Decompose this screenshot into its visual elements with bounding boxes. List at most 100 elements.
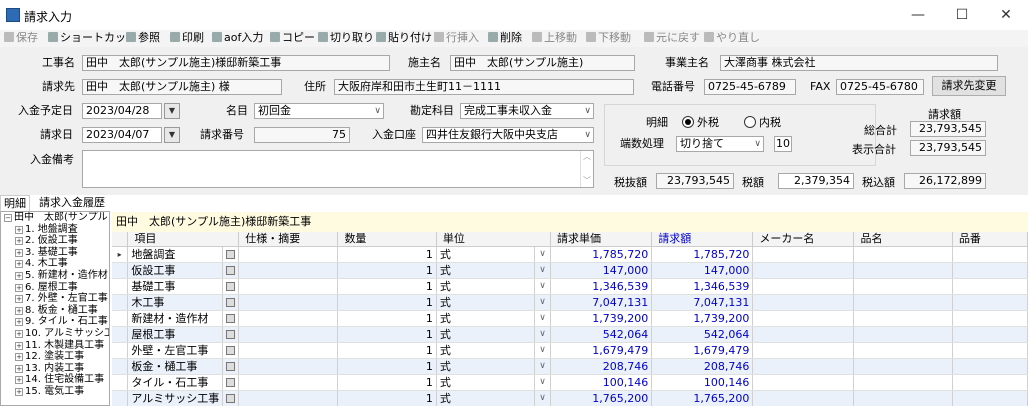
close-button[interactable]: ✕	[991, 4, 1021, 26]
toolbar-button-3[interactable]: 印刷	[170, 31, 204, 45]
tree-item[interactable]: +7. 外壁・左官工事	[1, 293, 109, 305]
expand-icon[interactable]: +	[15, 387, 23, 396]
cell-product[interactable]	[853, 358, 953, 375]
row-indicator[interactable]	[112, 278, 129, 295]
cell-partno[interactable]	[952, 342, 1028, 359]
cell-item[interactable]: 新建材・造作材	[127, 310, 224, 327]
table-row[interactable]: 新建材・造作材 1 式 ∨ 1,739,200 1,739,200	[112, 310, 1028, 327]
expand-icon[interactable]: +	[15, 376, 23, 385]
toolbar-button-6[interactable]: 切り取り	[318, 31, 374, 45]
tree-item[interactable]: +11. 木製建具工事	[1, 340, 109, 352]
cell-unit[interactable]: 式	[436, 326, 536, 343]
cell-product[interactable]	[853, 310, 953, 327]
cell-unit[interactable]: 式	[436, 374, 536, 391]
col-header-qty[interactable]: 数量	[337, 232, 437, 247]
col-header-unit[interactable]: 単位	[436, 232, 552, 247]
cell-memo-button[interactable]	[222, 278, 240, 295]
toolbar-button-11[interactable]: 下移動	[586, 31, 631, 45]
cell-amount[interactable]: 100,146	[651, 374, 754, 391]
expand-icon[interactable]: +	[15, 295, 23, 304]
cell-qty[interactable]: 1	[337, 374, 437, 391]
tel-field[interactable]: 0725-45-6789	[704, 79, 796, 95]
col-header-product[interactable]: 品名	[853, 232, 953, 247]
cell-maker[interactable]	[752, 390, 855, 406]
cell-maker[interactable]	[752, 374, 855, 391]
cell-maker[interactable]	[752, 358, 855, 375]
cell-price[interactable]: 1,785,720	[550, 246, 653, 263]
row-indicator[interactable]: ▸	[112, 246, 129, 263]
seikyubi-field[interactable]: 2023/04/07	[82, 127, 162, 143]
cell-qty[interactable]: 1	[337, 358, 437, 375]
cell-partno[interactable]	[952, 390, 1028, 406]
cell-amount[interactable]: 1,679,479	[651, 342, 754, 359]
table-row[interactable]: 屋根工事 1 式 ∨ 542,064 542,064	[112, 326, 1028, 343]
hasu-select[interactable]: 切り捨て ∨	[676, 136, 764, 152]
collapse-icon[interactable]: −	[4, 214, 12, 222]
unit-dropdown-icon[interactable]: ∨	[534, 310, 552, 327]
row-indicator[interactable]	[112, 390, 129, 406]
tree-item[interactable]: +13. 内装工事	[1, 363, 109, 375]
cell-product[interactable]	[853, 262, 953, 279]
cell-item[interactable]: 外壁・左官工事	[127, 342, 224, 359]
cell-maker[interactable]	[752, 294, 855, 311]
cell-price[interactable]: 147,000	[550, 262, 653, 279]
cell-qty[interactable]: 1	[337, 262, 437, 279]
cell-item[interactable]: 板金・樋工事	[127, 358, 224, 375]
cell-maker[interactable]	[752, 342, 855, 359]
toolbar-button-8[interactable]: 行挿入	[434, 31, 479, 45]
expand-icon[interactable]: +	[15, 341, 23, 350]
row-indicator[interactable]	[112, 262, 129, 279]
cell-maker[interactable]	[752, 262, 855, 279]
table-row[interactable]: 板金・樋工事 1 式 ∨ 208,746 208,746	[112, 358, 1028, 375]
unit-dropdown-icon[interactable]: ∨	[534, 326, 552, 343]
cell-qty[interactable]: 1	[337, 278, 437, 295]
cell-unit[interactable]: 式	[436, 390, 536, 406]
unit-dropdown-icon[interactable]: ∨	[534, 262, 552, 279]
col-header-amount[interactable]: 請求額	[651, 232, 754, 247]
cell-product[interactable]	[853, 326, 953, 343]
col-header-maker[interactable]: メーカー名	[752, 232, 855, 247]
naizei-radio[interactable]: 内税	[744, 115, 781, 131]
row-indicator[interactable]	[112, 294, 129, 311]
cell-qty[interactable]: 1	[337, 326, 437, 343]
biko-scrollbar[interactable]: ︿ ﹀	[580, 151, 593, 187]
cell-memo-button[interactable]	[222, 326, 240, 343]
cell-spec[interactable]	[238, 246, 339, 263]
expand-icon[interactable]: +	[15, 353, 23, 362]
cell-maker[interactable]	[752, 326, 855, 343]
tree-item[interactable]: +10. アルミサッシ工	[1, 328, 109, 340]
cell-qty[interactable]: 1	[337, 342, 437, 359]
cell-qty[interactable]: 1	[337, 310, 437, 327]
memo-icon[interactable]	[226, 266, 236, 275]
cell-partno[interactable]	[952, 262, 1028, 279]
cell-memo-button[interactable]	[222, 374, 240, 391]
tree-item[interactable]: +5. 新建材・造作材	[1, 270, 109, 282]
tree-item[interactable]: +14. 住宅設備工事	[1, 374, 109, 386]
cell-price[interactable]: 208,746	[550, 358, 653, 375]
cell-item[interactable]: 木工事	[127, 294, 224, 311]
seikyu-no-field[interactable]: 75	[254, 127, 350, 143]
cell-item[interactable]: 仮設工事	[127, 262, 224, 279]
cell-spec[interactable]	[238, 326, 339, 343]
koza-select[interactable]: 四井住友銀行大阪中央支店 ∨	[422, 127, 594, 143]
cell-amount[interactable]: 542,064	[651, 326, 754, 343]
toolbar-button-9[interactable]: 削除	[488, 31, 522, 45]
tree-item[interactable]: +12. 塗装工事	[1, 351, 109, 363]
zeigaku-field[interactable]: 2,379,354	[778, 173, 854, 189]
cell-price[interactable]: 100,146	[550, 374, 653, 391]
memo-icon[interactable]	[226, 394, 236, 403]
maximize-button[interactable]: ☐	[947, 4, 977, 26]
cell-memo-button[interactable]	[222, 246, 240, 263]
memo-icon[interactable]	[226, 314, 236, 323]
cell-item[interactable]: 基礎工事	[127, 278, 224, 295]
cell-amount[interactable]: 1,739,200	[651, 310, 754, 327]
jigyo-field[interactable]: 大澤商事 株式会社	[720, 55, 998, 71]
cell-item[interactable]: アルミサッシ工事	[127, 390, 224, 406]
cell-product[interactable]	[853, 374, 953, 391]
cell-partno[interactable]	[952, 326, 1028, 343]
row-indicator[interactable]	[112, 358, 129, 375]
toolbar-button-7[interactable]: 貼り付け	[376, 31, 432, 45]
memo-icon[interactable]	[226, 330, 236, 339]
tab-history[interactable]: 請求入金履歴	[36, 195, 108, 211]
cell-price[interactable]: 7,047,131	[550, 294, 653, 311]
